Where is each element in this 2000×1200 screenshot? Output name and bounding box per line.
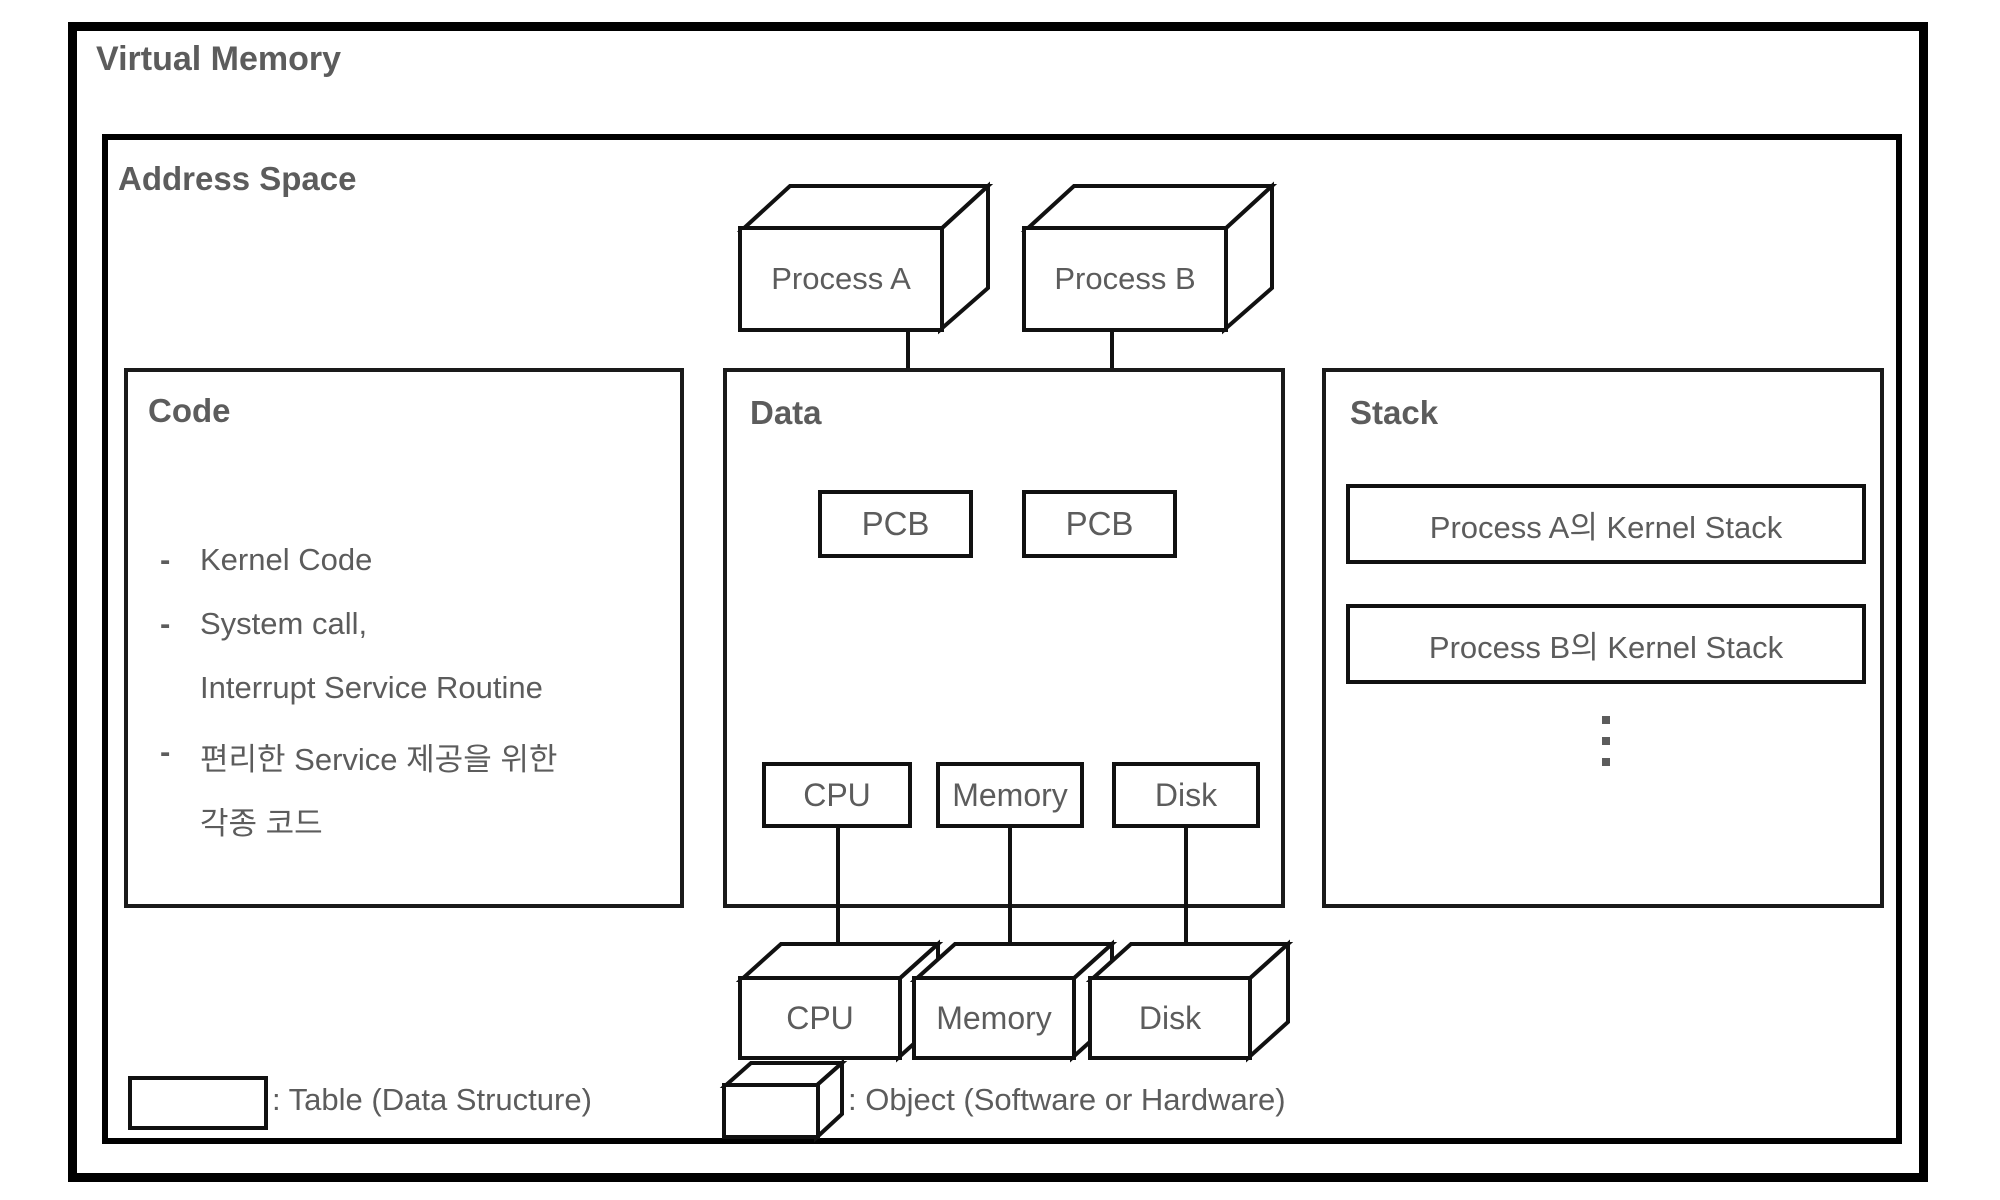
cpu-table[interactable]: CPU — [762, 762, 912, 828]
process-b-face: Process B — [1022, 226, 1228, 332]
disk-object[interactable]: Disk — [1085, 939, 1294, 1063]
cpu-object[interactable]: CPU — [735, 939, 944, 1063]
diagram-canvas: Virtual Memory Address Space Process A P… — [0, 0, 2000, 1200]
stack-entry-1-label: Process A의 Kernel Stack — [1429, 509, 1783, 545]
disk-table[interactable]: Disk — [1112, 762, 1260, 828]
memory-object[interactable]: Memory — [909, 939, 1118, 1063]
code-section-title: Code — [148, 392, 231, 429]
legend-cube-face — [722, 1083, 820, 1139]
legend-rectangle-outline-icon — [128, 1076, 268, 1130]
process-a-object[interactable]: Process A — [736, 180, 994, 335]
stack-section-title: Stack — [1350, 394, 1439, 431]
legend-object-text: : Object (Software or Hardware) — [848, 1082, 1286, 1117]
code-bullet-marker-3: - — [160, 734, 171, 769]
code-bullet-marker-2: - — [160, 606, 171, 641]
code-bullet-text-1-line-1: Kernel Code — [200, 542, 373, 577]
stack-entry-1[interactable]: Process A의 Kernel Stack — [1346, 484, 1866, 564]
code-bullet-text-3-line-1: 편리한 Service 제공을 위한 — [200, 742, 558, 777]
memory-table[interactable]: Memory — [936, 762, 1084, 828]
cpu-object-label: CPU — [786, 999, 854, 1036]
code-bullet-text-2-line-1: System call, — [200, 606, 368, 641]
process-a-label: Process A — [771, 261, 911, 296]
disk-object-label: Disk — [1138, 999, 1202, 1036]
cpu-object-face: CPU — [738, 976, 902, 1060]
pcb-table-1-label: PCB — [861, 505, 930, 542]
pcb-table-2[interactable]: PCB — [1022, 490, 1177, 558]
code-bullet-marker-1: - — [160, 542, 171, 577]
disk-object-face: Disk — [1088, 976, 1252, 1060]
disk-table-label: Disk — [1154, 776, 1218, 813]
code-bullet-text-2-line-2: Interrupt Service Routine — [200, 670, 543, 705]
process-b-object[interactable]: Process B — [1020, 180, 1278, 335]
process-b-label: Process B — [1054, 261, 1196, 296]
process-a-face: Process A — [738, 226, 944, 332]
vertical-ellipsis-icon — [1602, 716, 1610, 766]
data-section-title: Data — [750, 394, 822, 431]
legend-cube-3d-icon — [719, 1058, 848, 1143]
connector-disk-table-to-disk-object — [1184, 826, 1188, 946]
connector-cpu-table-to-cpu-object — [836, 826, 840, 946]
memory-object-label: Memory — [936, 999, 1052, 1036]
legend-table-text: : Table (Data Structure) — [272, 1082, 592, 1117]
memory-object-face: Memory — [912, 976, 1076, 1060]
stack-entry-2[interactable]: Process B의 Kernel Stack — [1346, 604, 1866, 684]
connector-memory-table-to-memory-object — [1008, 826, 1012, 946]
cpu-table-label: CPU — [803, 776, 871, 813]
pcb-table-1[interactable]: PCB — [818, 490, 973, 558]
virtual-memory-title: Virtual Memory — [96, 40, 342, 78]
address-space-title: Address Space — [118, 160, 357, 197]
pcb-table-2-label: PCB — [1065, 505, 1134, 542]
memory-table-label: Memory — [952, 776, 1068, 813]
code-bullet-text-3-line-2: 각종 코드 — [200, 806, 323, 841]
stack-entry-2-label: Process B의 Kernel Stack — [1428, 629, 1784, 665]
